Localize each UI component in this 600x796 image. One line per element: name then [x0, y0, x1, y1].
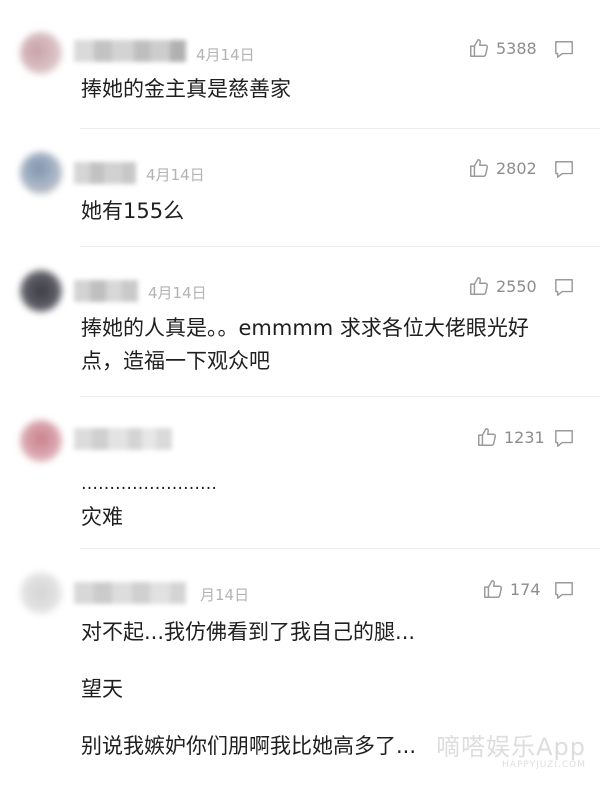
- comment-date: 月14日: [200, 586, 250, 604]
- thumbs-up-icon: [470, 277, 489, 295]
- comment-item: 1231 …………………… 灾难: [0, 398, 600, 550]
- username-blurred[interactable]: [74, 280, 138, 302]
- like-count: 2550: [496, 276, 537, 296]
- reply-button[interactable]: [553, 580, 575, 600]
- username-blurred[interactable]: [74, 162, 136, 184]
- avatar[interactable]: [20, 572, 62, 614]
- comment-bubble-icon: [555, 582, 573, 599]
- reply-button[interactable]: [553, 428, 575, 448]
- reply-button[interactable]: [553, 159, 575, 179]
- comment-bubble-icon: [555, 279, 573, 296]
- comment-line: 灾难: [81, 505, 123, 529]
- thumbs-up-icon: [470, 159, 489, 177]
- watermark-logo-text: 嘀嗒娱乐App: [436, 733, 586, 761]
- like-button[interactable]: 2550: [468, 275, 537, 297]
- username-blurred[interactable]: [74, 40, 186, 62]
- divider: [80, 246, 600, 247]
- avatar[interactable]: [20, 152, 62, 194]
- comment-line: 对不起...我仿佛看到了我自己的腿...: [81, 620, 416, 644]
- comment-text: 对不起...我仿佛看到了我自己的腿... 望天 别说我嫉妒你们朋啊我比她高多了.…: [81, 616, 416, 763]
- comment-line: ……………………: [81, 474, 217, 494]
- comment-line: 别说我嫉妒你们朋啊我比她高多了...: [81, 734, 417, 758]
- comment-item: 4月14日 2802 她有155么: [0, 130, 600, 248]
- thumbs-up-icon: [470, 39, 489, 57]
- comment-text: …………………… 灾难: [81, 468, 217, 534]
- username-blurred[interactable]: [74, 582, 186, 604]
- comment-bubble-icon: [555, 430, 573, 447]
- avatar[interactable]: [20, 32, 62, 74]
- like-count: 1231: [504, 427, 545, 447]
- avatar[interactable]: [20, 270, 62, 312]
- divider: [80, 128, 600, 129]
- username-blurred[interactable]: [74, 428, 172, 450]
- divider: [80, 548, 600, 549]
- comment-date: 4月14日: [148, 284, 207, 302]
- comment-date: 4月14日: [196, 46, 255, 64]
- thumbs-up-icon: [484, 580, 503, 598]
- like-button[interactable]: 1231: [476, 426, 545, 448]
- comment-item: 4月14日 5388 捧她的金主真是慈善家: [0, 0, 600, 130]
- comment-line: 她有155么: [81, 199, 185, 223]
- like-button[interactable]: 2802: [468, 157, 537, 179]
- comment-item: 4月14日 2550 捧她的人真是。。emmmm 求求各位大佬眼光好 点，造福一…: [0, 248, 600, 398]
- avatar[interactable]: [20, 420, 62, 462]
- comment-date: 4月14日: [146, 166, 205, 184]
- comment-line: 捧她的金主真是慈善家: [81, 77, 291, 101]
- like-button[interactable]: 174: [482, 578, 541, 600]
- comment-bubble-icon: [555, 41, 573, 58]
- comment-text: 捧她的金主真是慈善家: [81, 73, 291, 106]
- comment-text: 她有155么: [81, 195, 184, 228]
- comment-line: 点，造福一下观众吧: [81, 349, 270, 373]
- thumbs-up-icon: [478, 428, 497, 446]
- comment-bubble-icon: [555, 161, 573, 178]
- like-button[interactable]: 5388: [468, 37, 537, 59]
- comment-line: 捧她的人真是。。emmmm 求求各位大佬眼光好: [81, 316, 529, 340]
- reply-button[interactable]: [553, 277, 575, 297]
- comment-text: 捧她的人真是。。emmmm 求求各位大佬眼光好 点，造福一下观众吧: [81, 312, 529, 378]
- like-count: 5388: [496, 38, 537, 58]
- reply-button[interactable]: [553, 39, 575, 59]
- like-count: 174: [510, 579, 541, 599]
- comment-line: 望天: [81, 677, 123, 701]
- watermark: 嘀嗒娱乐App HAPPYJUZI.COM: [436, 727, 586, 770]
- like-count: 2802: [496, 158, 537, 178]
- divider: [80, 396, 600, 397]
